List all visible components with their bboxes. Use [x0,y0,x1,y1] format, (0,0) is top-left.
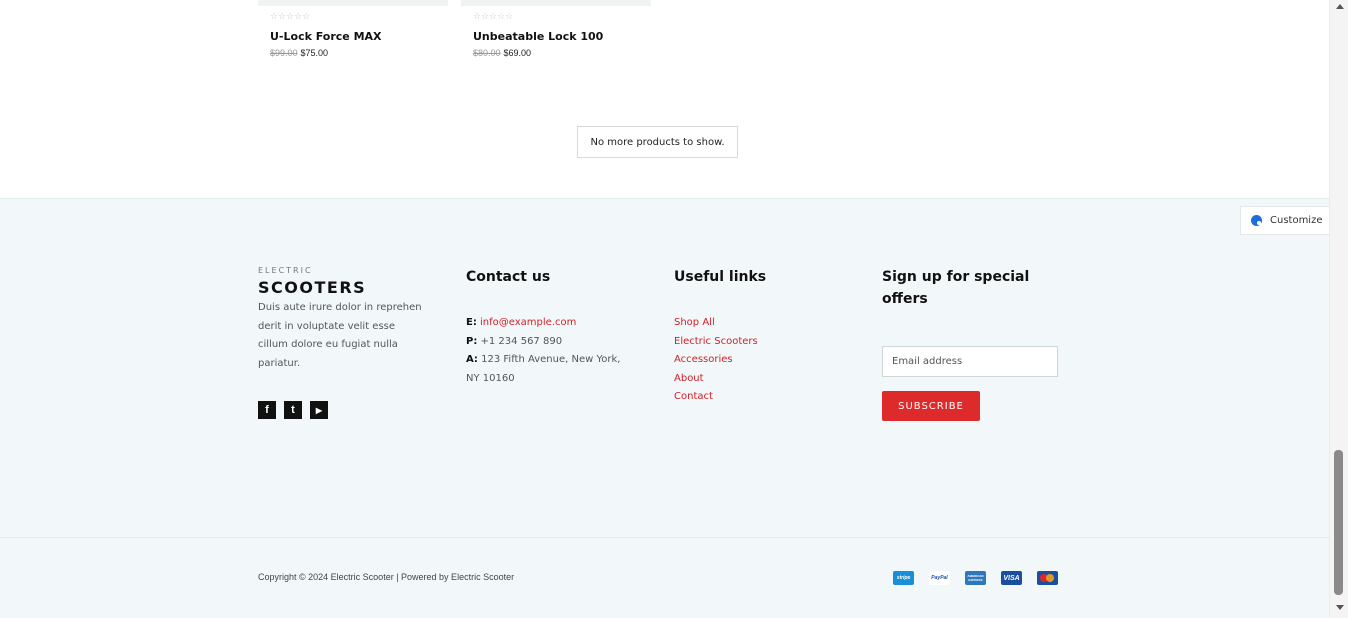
product-price: $80.00 $69.00 [473,48,531,58]
customize-label: Customize [1270,215,1323,226]
scroll-thumb[interactable] [1334,450,1343,595]
old-price: $80.00 [473,48,501,58]
social-links: f t ▶ [258,401,428,419]
footer-link-accessories[interactable]: Accessories [674,351,766,370]
scroll-up-arrow-icon[interactable] [1336,4,1344,9]
contact-title: Contact us [466,269,551,285]
site-footer [0,198,1329,618]
facebook-icon[interactable]: f [258,401,276,419]
footer-brand-column: ELECTRIC SCOOTERS Duis aute irure dolor … [258,266,428,419]
signup-title: Sign up for special offers [882,269,1030,307]
rating-stars: ☆☆☆☆☆ [270,12,311,22]
old-price: $99.00 [270,48,298,58]
mastercard-icon [1037,571,1058,585]
footer-divider [0,537,1329,538]
footer-link-contact[interactable]: Contact [674,388,766,407]
email-link[interactable]: info@example.com [480,317,576,328]
product-name[interactable]: Unbeatable Lock 100 [473,30,603,43]
no-more-products-notice: No more products to show. [577,126,738,158]
brand-description: Duis aute irure dolor in reprehen derit … [258,302,422,369]
phone-number: +1 234 567 890 [480,335,563,347]
payment-methods: stripe PayPal AMERICAN EXPRESS VISA [893,571,1058,585]
page-scrollbar[interactable] [1329,0,1348,618]
product-name[interactable]: U-Lock Force MAX [270,30,382,43]
customize-button[interactable]: Customize [1240,206,1329,235]
product-image[interactable] [461,0,651,6]
sale-price: $75.00 [300,48,329,58]
product-grid: ☆☆☆☆☆ U-Lock Force MAX $99.00 $75.00 ☆☆☆☆… [0,0,1329,198]
palette-icon [1251,215,1262,226]
useful-links-title: Useful links [674,269,767,285]
sale-price: $69.00 [503,48,532,58]
contact-details: E: info@example.com P: +1 234 567 890 A:… [466,314,626,388]
subscribe-button[interactable]: SUBSCRIBE [882,391,980,421]
product-price: $99.00 $75.00 [270,48,328,58]
footer-contact-column: Contact us E: info@example.com P: +1 234… [466,266,626,388]
stripe-icon: stripe [893,571,914,585]
address: 123 Fifth Avenue, New York, NY 10160 [466,354,621,384]
copyright-text: Copyright © 2024 Electric Scooter | Powe… [258,572,515,582]
footer-links-column: Useful links Shop All Electric Scooters … [674,266,766,407]
email-label: E: [466,317,477,328]
rating-stars: ☆☆☆☆☆ [473,12,514,22]
page: ☆☆☆☆☆ U-Lock Force MAX $99.00 $75.00 ☆☆☆☆… [0,0,1329,618]
footer-link-electric-scooters[interactable]: Electric Scooters [674,333,766,352]
useful-links-list: Shop All Electric Scooters Accessories A… [674,314,766,407]
twitter-icon[interactable]: t [284,401,302,419]
paypal-icon: PayPal [929,571,950,585]
product-image[interactable] [258,0,448,6]
scroll-down-arrow-icon[interactable] [1336,605,1344,610]
phone-label: P: [466,335,478,347]
footer-signup-column: Sign up for special offers SUBSCRIBE [882,266,1062,421]
email-field[interactable] [882,346,1058,377]
footer-link-about[interactable]: About [674,370,766,389]
brand-logo-big: SCOOTERS [258,278,367,297]
youtube-icon[interactable]: ▶ [310,401,328,419]
address-label: A: [466,354,478,365]
brand-logo-small: ELECTRIC [258,266,313,275]
visa-icon: VISA [1001,571,1022,585]
amex-icon: AMERICAN EXPRESS [965,571,986,585]
footer-link-shop-all[interactable]: Shop All [674,314,766,333]
